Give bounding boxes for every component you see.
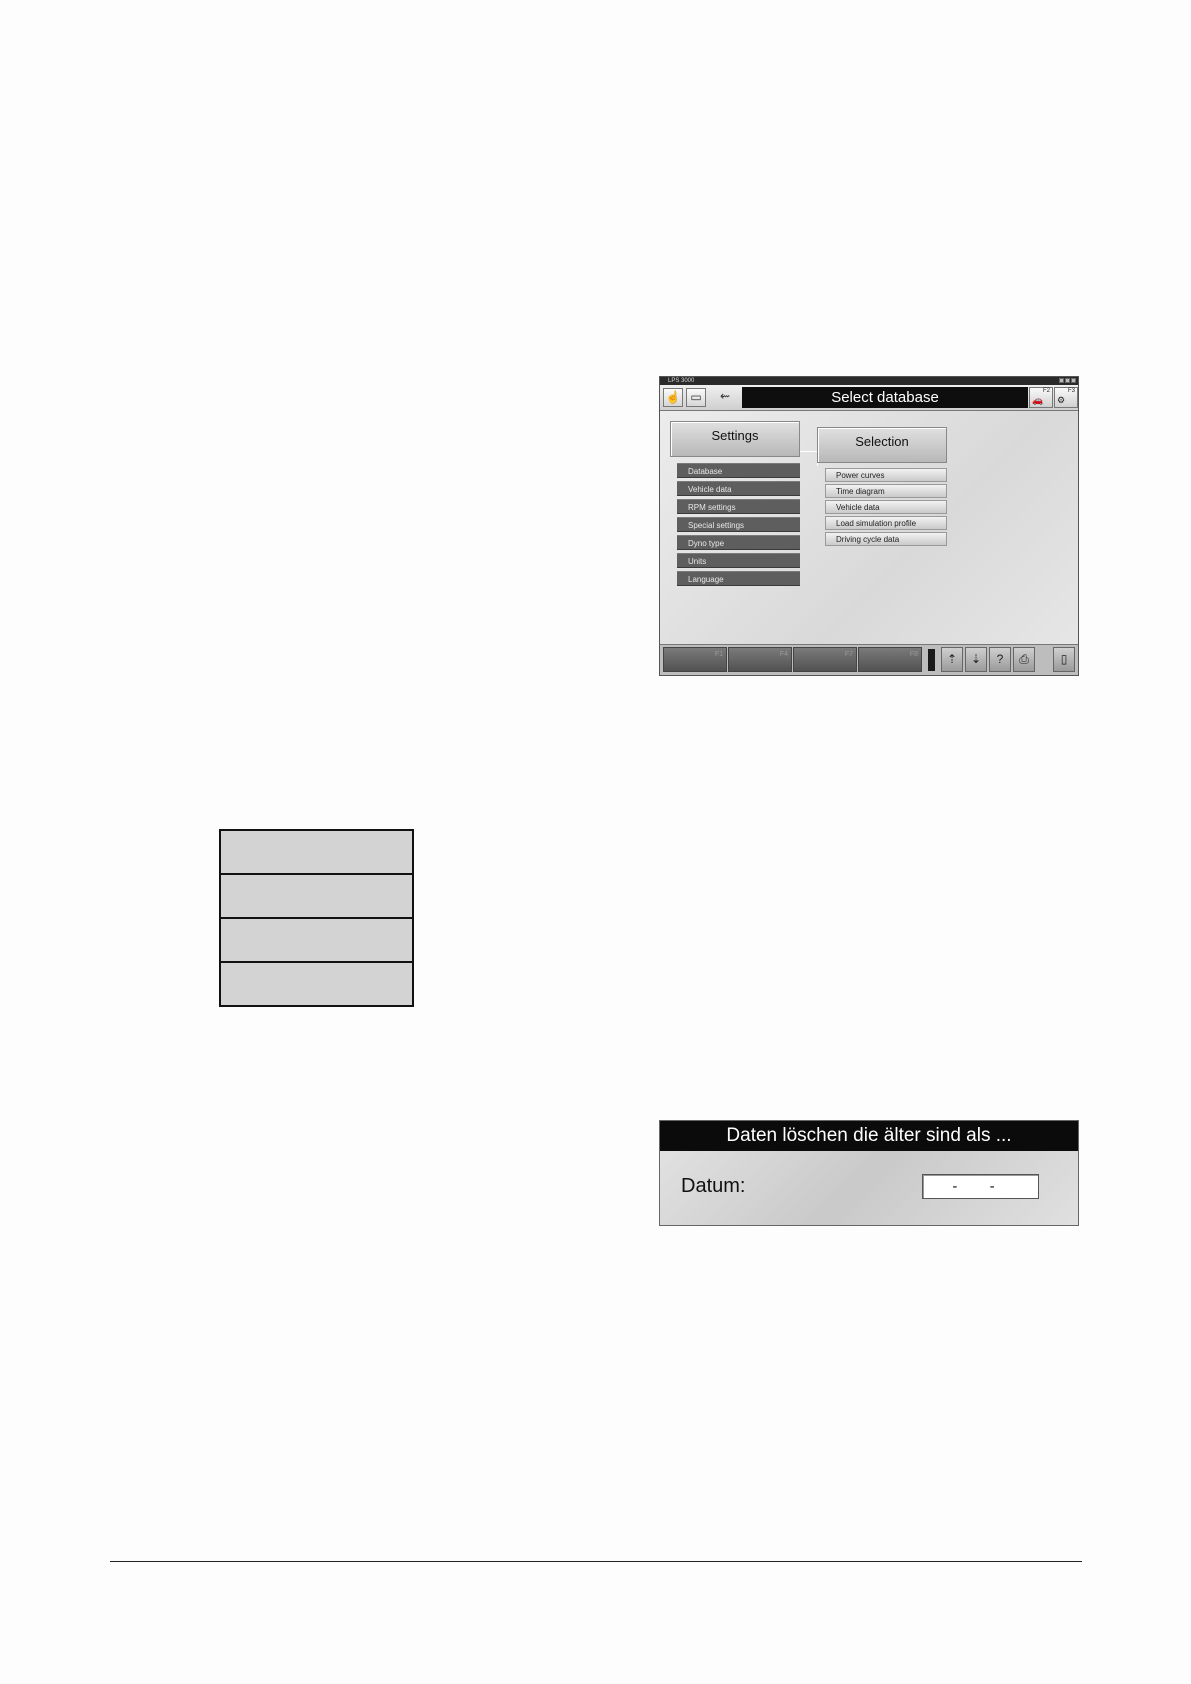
selection-menu: Power curves Time diagram Vehicle data L… (825, 468, 947, 548)
separator-mark (928, 649, 935, 671)
selection-item-time-diagram[interactable]: Time diagram (825, 484, 947, 498)
date-label: Datum: (681, 1175, 746, 1197)
door-exit-icon[interactable]: ▯ (1053, 647, 1075, 672)
close-icon[interactable] (1071, 378, 1076, 383)
f2-button[interactable]: F2 🚗 (1029, 387, 1053, 408)
arrow-down-icon[interactable]: ⇣ (965, 647, 987, 672)
f2-key-label: F2 (1042, 388, 1050, 394)
f1-button[interactable]: F1 (663, 647, 727, 672)
settings-item-rpm-settings[interactable]: RPM settings (677, 499, 800, 514)
maximize-icon[interactable] (1065, 378, 1070, 383)
f8-button[interactable]: F8 (858, 647, 922, 672)
settings-item-dyno-type[interactable]: Dyno type (677, 535, 800, 550)
hand-pointer-icon[interactable]: ☝ (663, 388, 683, 407)
function-key-bar: F1 F4 F7 F8 ⇡ ⇣ ? ⎙ ▯ (660, 644, 1078, 675)
window-titlebar: LPS 3000 (660, 377, 1078, 385)
boxed-list-row (221, 963, 412, 1005)
connector-icon[interactable]: ⇜ (712, 388, 738, 407)
boxed-list-row (221, 831, 412, 875)
settings-item-language[interactable]: Language (677, 571, 800, 586)
minimize-icon[interactable] (1059, 378, 1064, 383)
selection-item-driving-cycle[interactable]: Driving cycle data (825, 532, 947, 546)
footer-divider (110, 1561, 1082, 1562)
settings-item-vehicle-data[interactable]: Vehicle data (677, 481, 800, 496)
settings-menu: Database Vehicle data RPM settings Speci… (677, 463, 800, 589)
delete-data-dialog: Daten löschen die älter sind als ... Dat… (659, 1120, 1079, 1226)
page-title: Select database (742, 387, 1028, 408)
settings-item-special-settings[interactable]: Special settings (677, 517, 800, 532)
f4-button[interactable]: F4 (728, 647, 792, 672)
car-icon: 🚗 (1032, 395, 1044, 405)
window-title: LPS 3000 (668, 378, 695, 384)
selection-item-vehicle-data[interactable]: Vehicle data (825, 500, 947, 514)
main-panel: Settings Selection Database Vehicle data… (660, 411, 1078, 645)
engine-icon[interactable]: ▭ (686, 388, 706, 407)
help-icon[interactable]: ? (989, 647, 1011, 672)
settings-item-database[interactable]: Database (677, 463, 800, 478)
selection-header[interactable]: Selection (817, 427, 947, 463)
toolbar: ☝ ▭ ⇜ Select database F2 🚗 F3 ⚙ (660, 385, 1078, 411)
database-screenshot: LPS 3000 ☝ ▭ ⇜ Select database F2 🚗 F3 ⚙… (659, 376, 1079, 676)
f3-button[interactable]: F3 ⚙ (1054, 387, 1078, 408)
selection-item-power-curves[interactable]: Power curves (825, 468, 947, 482)
f7-button[interactable]: F7 (793, 647, 857, 672)
settings-header[interactable]: Settings (670, 421, 800, 457)
printer-icon[interactable]: ⎙ (1013, 647, 1035, 672)
date-input[interactable]: - - (922, 1174, 1039, 1199)
arrow-up-icon[interactable]: ⇡ (941, 647, 963, 672)
boxed-list (219, 829, 414, 1007)
boxed-list-row (221, 875, 412, 919)
window-controls (1059, 378, 1076, 383)
settings-item-units[interactable]: Units (677, 553, 800, 568)
f3-key-label: F3 (1067, 388, 1075, 394)
selection-item-load-simulation[interactable]: Load simulation profile (825, 516, 947, 530)
boxed-list-row (221, 919, 412, 963)
connector-line (800, 451, 818, 466)
tractor-icon: ⚙ (1057, 395, 1066, 405)
dialog-title: Daten löschen die älter sind als ... (660, 1121, 1078, 1151)
